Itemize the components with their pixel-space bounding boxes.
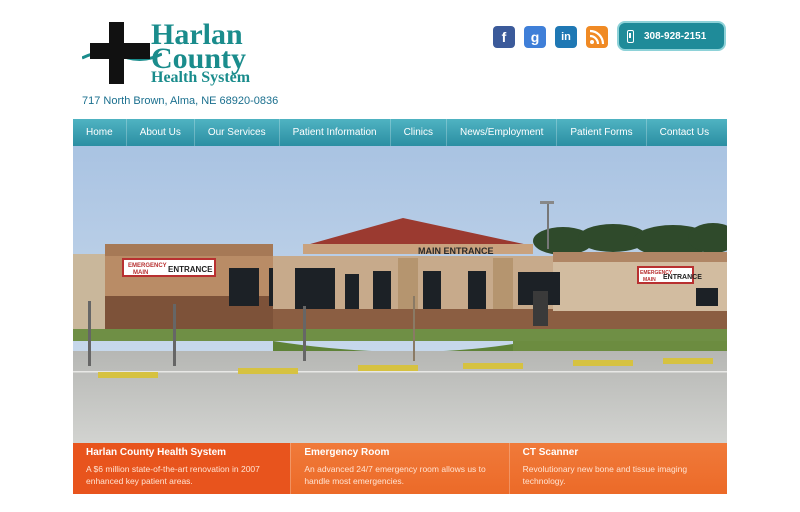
sign-left-mid: MAIN — [133, 270, 148, 276]
nav-patient-forms[interactable]: Patient Forms — [557, 119, 647, 146]
nav-home[interactable]: Home — [73, 119, 127, 146]
phone-number: 308-928-2151 — [644, 30, 707, 42]
social-links: f g in — [493, 26, 608, 48]
feature-text: A $6 million state-of-the-art renovation… — [86, 464, 260, 486]
rss-icon[interactable] — [586, 26, 608, 48]
hospital-photo: EMERGENCY MAIN ENTRANCE MAIN ENTRANCE EM… — [73, 146, 727, 443]
feature-emergency-room[interactable]: Emergency Room An advanced 24/7 emergenc… — [290, 443, 509, 494]
feature-text: An advanced 24/7 emergency room allows u… — [304, 464, 486, 486]
nav-contact-us[interactable]: Contact Us — [647, 119, 722, 146]
sign-left-top: EMERGENCY — [128, 263, 167, 269]
logo-cross-horizontal — [90, 43, 150, 59]
hero-image: EMERGENCY MAIN ENTRANCE MAIN ENTRANCE EM… — [73, 146, 727, 443]
nav-clinics[interactable]: Clinics — [391, 119, 448, 146]
main-nav: Home About Us Our Services Patient Infor… — [73, 119, 727, 146]
address: 717 North Brown, Alma, NE 68920-0836 — [82, 95, 279, 107]
google-icon[interactable]: g — [524, 26, 546, 48]
nav-our-services[interactable]: Our Services — [195, 119, 280, 146]
sign-left-right: ENTRANCE — [168, 265, 213, 274]
sign-right-right: ENTRANCE — [663, 274, 702, 281]
feature-title: Emergency Room — [304, 447, 390, 458]
sign-main-entrance: MAIN ENTRANCE — [418, 246, 494, 256]
nav-about-us[interactable]: About Us — [127, 119, 195, 146]
feature-boxes: Harlan County Health System A $6 million… — [73, 443, 727, 494]
phone-button[interactable]: 308-928-2151 — [617, 21, 726, 51]
brand-line-3: Health System — [151, 69, 251, 86]
feature-health-system[interactable]: Harlan County Health System A $6 million… — [73, 443, 291, 494]
feature-ct-scanner[interactable]: CT Scanner Revolutionary new bone and ti… — [508, 443, 727, 494]
nav-patient-information[interactable]: Patient Information — [280, 119, 391, 146]
feature-title: Harlan County Health System — [86, 447, 227, 458]
nav-news-employment[interactable]: News/Employment — [447, 119, 558, 146]
logo[interactable]: Harlan County Health System — [82, 20, 262, 90]
feature-title: CT Scanner — [522, 447, 579, 458]
phone-icon — [627, 29, 634, 43]
facebook-icon[interactable]: f — [493, 26, 515, 48]
sign-right-mid: MAIN — [643, 277, 656, 283]
linkedin-icon[interactable]: in — [555, 26, 577, 48]
feature-text: Revolutionary new bone and tissue imagin… — [522, 464, 688, 486]
